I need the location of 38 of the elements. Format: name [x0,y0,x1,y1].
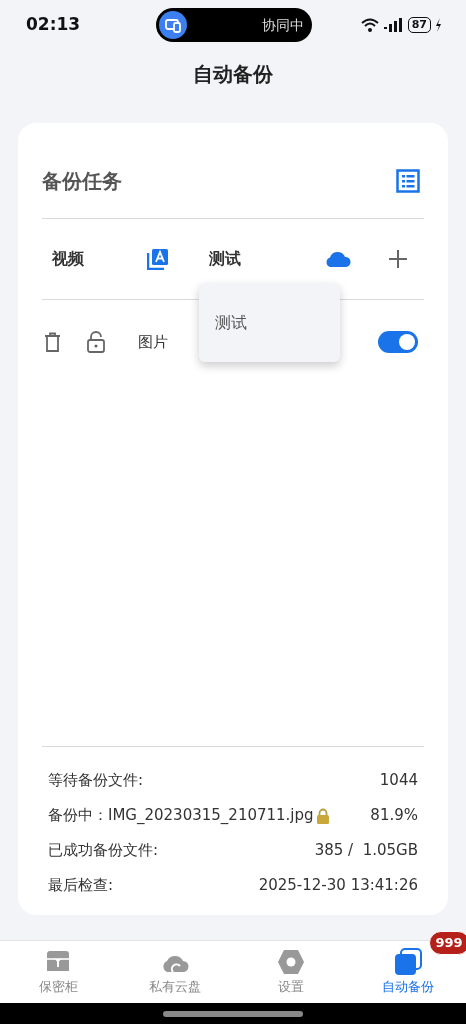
home-indicator[interactable] [163,1010,303,1017]
target-label[interactable]: 测试 [209,247,325,271]
nav-tab[interactable]: 设置 [233,941,350,997]
menu-item[interactable]: 测试 [215,310,247,335]
stat-value: 385 / 1.05GB [314,840,418,862]
stat-value: 81.9% [370,805,418,827]
task-name: 图片 [138,331,168,353]
file-name: IMG_20230315_210711.jpg [108,805,314,827]
source-label[interactable]: 视频 [52,247,147,271]
stat-value: 2025-12-30 13:41:26 [258,875,418,897]
activity-pill[interactable]: 协同中 [156,8,312,42]
battery-level: 87 [407,17,431,33]
stacked-squares-icon [393,948,422,976]
nav-tab[interactable]: 私有云盘 [116,941,233,997]
stat-label: 已成功备份文件: [48,840,159,862]
card-title: 备份任务 [42,167,122,195]
add-icon[interactable] [388,249,408,269]
page-title: 自动备份 [193,61,273,88]
stat-label: 备份中： [48,805,108,827]
album-icon[interactable] [147,248,169,270]
stat-label: 等待备份文件: [48,770,144,792]
stat-value: 1044 [379,770,418,792]
cloud-icon[interactable] [325,251,351,267]
stat-label: 最后检查: [48,875,114,897]
lock-icon[interactable] [87,331,105,353]
devices-icon [159,11,187,39]
chest-icon [45,950,72,974]
charging-icon [435,18,442,32]
settings-icon [277,949,306,975]
signal-icon [383,18,404,32]
status-time: 02:13 [26,13,82,37]
count-badge: 999 [428,931,466,955]
activity-label: 协同中 [262,15,304,35]
delete-icon[interactable] [44,332,61,352]
nav-tab[interactable]: 保密柜 [0,941,117,997]
wifi-icon [359,18,380,32]
list-icon[interactable] [396,168,420,193]
toggle-switch[interactable] [378,331,418,353]
